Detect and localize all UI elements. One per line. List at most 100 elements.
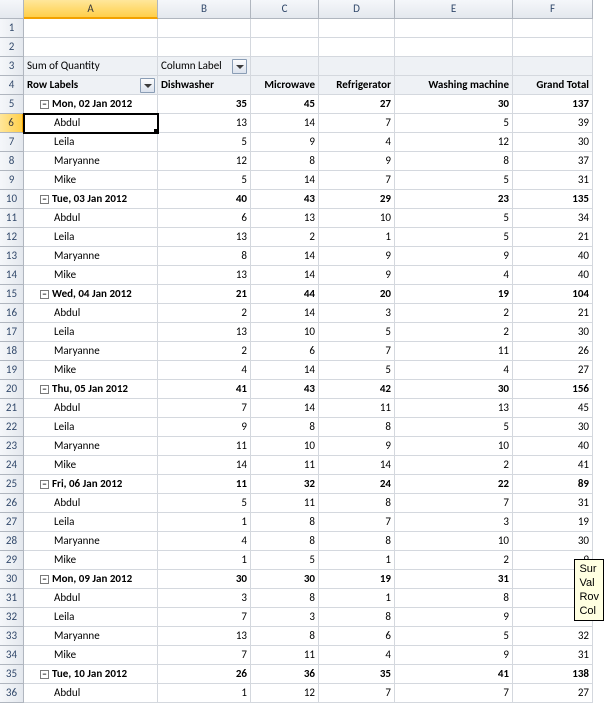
row-header-4[interactable]: 4	[0, 76, 24, 95]
data-cell[interactable]: 7	[319, 342, 395, 361]
item-row-label[interactable]: Maryanne	[24, 247, 158, 266]
data-cell[interactable]: 11	[158, 475, 251, 494]
group-row-label[interactable]: −Thu, 05 Jan 2012	[24, 380, 158, 399]
data-cell[interactable]: 14	[251, 304, 319, 323]
data-cell[interactable]: 4	[395, 361, 513, 380]
data-cell[interactable]: 31	[513, 646, 593, 665]
data-cell[interactable]: 14	[251, 361, 319, 380]
col-header-D[interactable]: D	[319, 0, 395, 19]
row-header-10[interactable]: 10	[0, 190, 24, 209]
item-row-label[interactable]: Leila	[24, 513, 158, 532]
item-row-label[interactable]: Mike	[24, 646, 158, 665]
data-cell[interactable]: 31	[513, 171, 593, 190]
row-header-12[interactable]: 12	[0, 228, 24, 247]
data-cell[interactable]: 39	[513, 114, 593, 133]
col-header-E[interactable]: E	[395, 0, 513, 19]
item-row-label[interactable]: Leila	[24, 608, 158, 627]
data-cell[interactable]: 7	[319, 513, 395, 532]
data-cell[interactable]: 8	[158, 247, 251, 266]
item-row-label[interactable]: Mike	[24, 361, 158, 380]
data-cell[interactable]: 21	[513, 304, 593, 323]
data-cell[interactable]: 8	[319, 532, 395, 551]
column-labels-filter-button[interactable]	[232, 59, 247, 74]
data-cell[interactable]: 9	[319, 247, 395, 266]
collapse-icon[interactable]: −	[40, 195, 49, 204]
data-cell[interactable]: 2	[395, 323, 513, 342]
data-cell[interactable]: 24	[319, 475, 395, 494]
data-cell[interactable]: 40	[158, 190, 251, 209]
data-cell[interactable]: 13	[158, 266, 251, 285]
collapse-icon[interactable]: −	[40, 290, 49, 299]
data-cell[interactable]: 5	[395, 171, 513, 190]
row-header-14[interactable]: 14	[0, 266, 24, 285]
cell[interactable]	[251, 57, 319, 76]
data-cell[interactable]: 4	[395, 266, 513, 285]
item-row-label[interactable]: Abdul	[24, 684, 158, 703]
data-cell[interactable]: 4	[158, 361, 251, 380]
data-cell[interactable]: 89	[513, 475, 593, 494]
group-row-label[interactable]: −Mon, 02 Jan 2012	[24, 95, 158, 114]
col-header-B[interactable]: B	[158, 0, 251, 19]
item-row-label[interactable]: Mike	[24, 266, 158, 285]
data-cell[interactable]: 9	[158, 418, 251, 437]
row-header-25[interactable]: 25	[0, 475, 24, 494]
data-cell[interactable]: 8	[319, 608, 395, 627]
item-row-label[interactable]: Abdul	[24, 304, 158, 323]
data-cell[interactable]: 11	[251, 456, 319, 475]
item-row-label[interactable]: Leila	[24, 418, 158, 437]
data-cell[interactable]: 30	[395, 380, 513, 399]
cell[interactable]	[158, 19, 251, 38]
row-header-20[interactable]: 20	[0, 380, 24, 399]
data-cell[interactable]: 3	[158, 589, 251, 608]
data-cell[interactable]: 9	[251, 133, 319, 152]
data-cell[interactable]: 7	[319, 171, 395, 190]
data-cell[interactable]: 13	[395, 399, 513, 418]
cell[interactable]	[24, 38, 158, 57]
cell[interactable]	[251, 19, 319, 38]
cell[interactable]	[319, 38, 395, 57]
data-cell[interactable]: 10	[395, 532, 513, 551]
item-row-label[interactable]: Abdul	[24, 494, 158, 513]
data-cell[interactable]: 8	[395, 152, 513, 171]
data-cell[interactable]: 13	[158, 228, 251, 247]
cell[interactable]	[513, 38, 593, 57]
group-row-label[interactable]: −Wed, 04 Jan 2012	[24, 285, 158, 304]
group-row-label[interactable]: −Tue, 03 Jan 2012	[24, 190, 158, 209]
data-cell[interactable]: 138	[513, 665, 593, 684]
data-cell[interactable]: 5	[319, 323, 395, 342]
data-cell[interactable]: 8	[251, 627, 319, 646]
data-cell[interactable]: 37	[513, 152, 593, 171]
row-header-11[interactable]: 11	[0, 209, 24, 228]
data-cell[interactable]: 2	[395, 551, 513, 570]
row-header-26[interactable]: 26	[0, 494, 24, 513]
data-cell[interactable]: 1	[319, 551, 395, 570]
collapse-icon[interactable]: −	[40, 100, 49, 109]
data-cell[interactable]: 30	[251, 570, 319, 589]
column-header[interactable]: Microwave	[251, 76, 319, 95]
data-cell[interactable]: 13	[158, 627, 251, 646]
data-cell[interactable]: 6	[158, 209, 251, 228]
row-header-1[interactable]: 1	[0, 19, 24, 38]
data-cell[interactable]: 3	[319, 304, 395, 323]
data-cell[interactable]: 156	[513, 380, 593, 399]
data-cell[interactable]: 12	[251, 684, 319, 703]
data-cell[interactable]: 32	[251, 475, 319, 494]
item-row-label[interactable]: Mike	[24, 171, 158, 190]
item-row-label[interactable]: Abdul	[24, 589, 158, 608]
data-cell[interactable]: 43	[251, 380, 319, 399]
data-cell[interactable]: 1	[319, 589, 395, 608]
data-cell[interactable]: 104	[513, 285, 593, 304]
data-cell[interactable]: 9	[395, 247, 513, 266]
item-row-label[interactable]: Maryanne	[24, 437, 158, 456]
data-cell[interactable]: 1	[158, 513, 251, 532]
data-cell[interactable]: 13	[158, 323, 251, 342]
data-cell[interactable]: 9	[319, 437, 395, 456]
data-cell[interactable]: 4	[319, 646, 395, 665]
row-header-2[interactable]: 2	[0, 38, 24, 57]
data-cell[interactable]: 2	[251, 228, 319, 247]
item-row-label[interactable]: Maryanne	[24, 532, 158, 551]
item-row-label[interactable]: Mike	[24, 456, 158, 475]
group-row-label[interactable]: −Tue, 10 Jan 2012	[24, 665, 158, 684]
data-cell[interactable]: 31	[395, 570, 513, 589]
data-cell[interactable]: 20	[319, 285, 395, 304]
